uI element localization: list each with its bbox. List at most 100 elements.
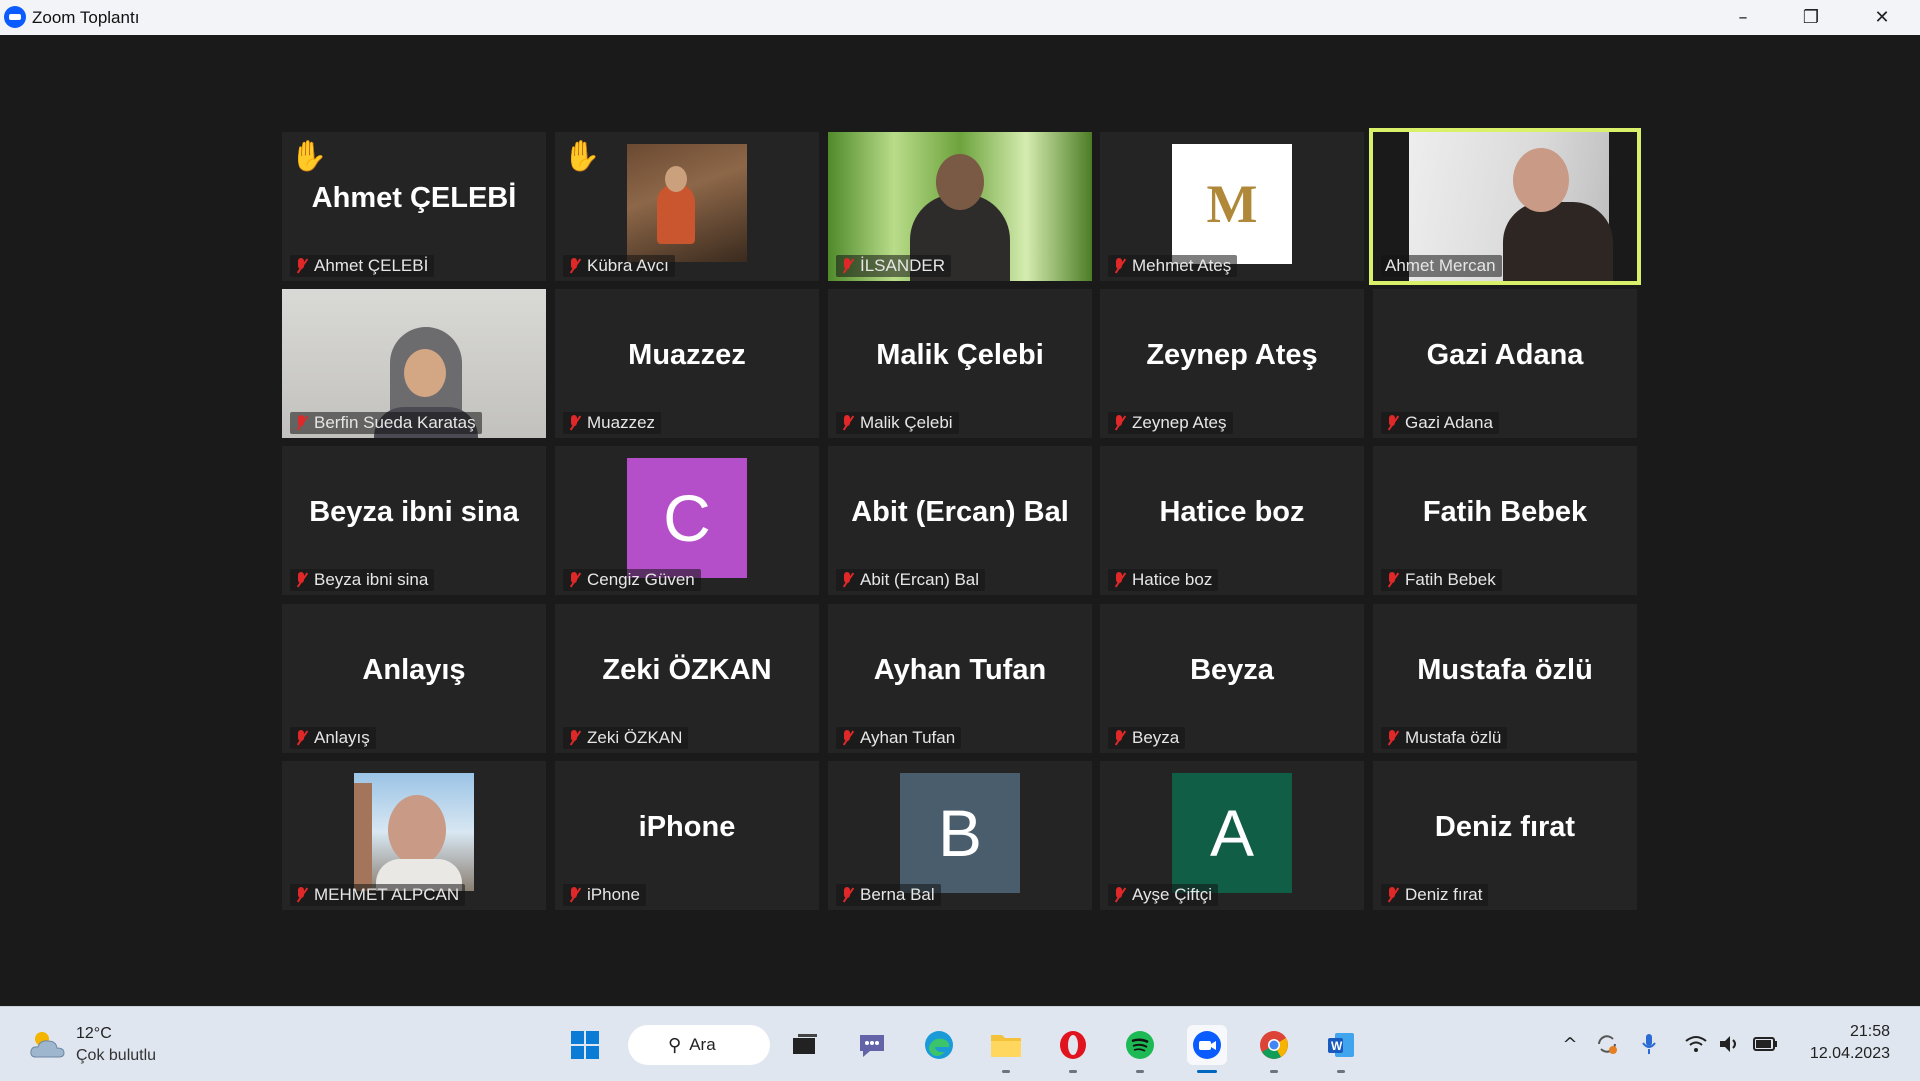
tray-chevron-icon[interactable]: ^ — [1558, 1031, 1582, 1057]
participant-tile[interactable]: Abit (Ercan) Bal Abit (Ercan) Bal — [828, 446, 1092, 595]
participant-name-display: Ayhan Tufan — [873, 654, 1047, 686]
participant-name-label: Malik Çelebi — [836, 412, 959, 434]
participant-avatar: B — [900, 773, 1020, 893]
window-title: Zoom Toplantı — [32, 8, 140, 27]
participant-label-text: Deniz fırat — [1405, 885, 1483, 904]
volume-icon[interactable] — [1716, 1031, 1744, 1057]
participant-name-display: Zeki ÖZKAN — [602, 654, 772, 686]
participant-tile[interactable]: Beyza ibni sina Beyza ibni sina — [282, 446, 546, 595]
task-view-icon[interactable] — [785, 1025, 825, 1065]
participant-name-display: Abit (Ercan) Bal — [851, 496, 1069, 528]
muted-mic-icon — [1385, 414, 1399, 432]
muted-mic-icon — [1112, 729, 1126, 747]
participant-tile[interactable]: Deniz fırat Deniz fırat — [1373, 761, 1637, 910]
muted-mic-icon — [294, 414, 308, 432]
muted-mic-icon — [567, 414, 581, 432]
search-box[interactable]: ⚲ Ara — [628, 1025, 770, 1065]
muted-mic-icon — [1112, 414, 1126, 432]
muted-mic-icon — [840, 729, 854, 747]
wifi-icon[interactable] — [1682, 1031, 1710, 1057]
minimize-button[interactable]: – — [1715, 0, 1771, 35]
windows-start-icon[interactable] — [565, 1025, 605, 1065]
muted-mic-icon — [294, 571, 308, 589]
participant-label-text: MEHMET ALPCAN — [314, 885, 460, 904]
participant-tile[interactable]: Zeynep Ateş Zeynep Ateş — [1100, 289, 1364, 438]
participant-tile[interactable]: Ahmet ÇELEBİ ✋ Ahmet ÇELEBİ — [282, 132, 546, 281]
muted-mic-icon — [1112, 571, 1126, 589]
teams-chat-icon[interactable] — [852, 1025, 892, 1065]
participant-avatar: M — [1172, 144, 1292, 264]
gallery-view: Ahmet ÇELEBİ ✋ Ahmet ÇELEBİ ✋ Kübra Avcı İLSA… — [0, 35, 1920, 1006]
participant-tile[interactable]: Berfin Sueda Karataş — [282, 289, 546, 438]
participant-name-display: Deniz fırat — [1434, 811, 1576, 843]
participant-name-display: iPhone — [638, 811, 736, 843]
participant-label-text: İLSANDER — [860, 256, 946, 275]
participant-name-label: Abit (Ercan) Bal — [836, 569, 986, 591]
search-icon: ⚲ — [668, 1034, 682, 1056]
participant-name-label: Berna Bal — [836, 884, 941, 906]
weather-widget[interactable]: 12°C Çok bulutlu — [28, 1023, 188, 1067]
participant-name-display: Fatih Bebek — [1422, 496, 1588, 528]
participant-label-text: Malik Çelebi — [860, 413, 953, 432]
participant-tile[interactable]: Zeki ÖZKAN Zeki ÖZKAN — [555, 604, 819, 753]
participant-avatar: A — [1172, 773, 1292, 893]
muted-mic-icon — [1112, 257, 1126, 275]
participant-label-text: Berna Bal — [860, 885, 935, 904]
participant-tile[interactable]: Ahmet Mercan — [1369, 128, 1641, 285]
restore-button[interactable]: ❐ — [1783, 0, 1839, 35]
participant-tile[interactable]: Muazzez Muazzez — [555, 289, 819, 438]
participant-tile[interactable]: Hatice boz Hatice boz — [1100, 446, 1364, 595]
participant-label-text: Ayhan Tufan — [860, 728, 956, 747]
participant-name-label: Anlayış — [290, 727, 376, 749]
battery-icon[interactable] — [1752, 1031, 1780, 1057]
participant-label-text: Gazi Adana — [1405, 413, 1493, 432]
participant-name-display: Beyza — [1190, 654, 1274, 686]
muted-mic-icon — [840, 886, 854, 904]
muted-mic-icon — [567, 729, 581, 747]
participant-tile[interactable]: M Mehmet Ateş — [1100, 132, 1364, 281]
participant-label-text: Muazzez — [587, 413, 656, 432]
window-titlebar: Zoom Toplantı – ❐ ✕ — [0, 0, 1920, 36]
chrome-icon[interactable] — [1254, 1025, 1294, 1073]
participant-name-label: Ayşe Çiftçi — [1108, 884, 1218, 906]
participant-tile[interactable]: Anlayış Anlayış — [282, 604, 546, 753]
participant-name-label: Ahmet ÇELEBİ — [290, 255, 435, 277]
system-clock[interactable]: 21:58 12.04.2023 — [1790, 1021, 1890, 1065]
participant-tile[interactable]: Mustafa özlü Mustafa özlü — [1373, 604, 1637, 753]
participant-name-label: Beyza — [1108, 727, 1186, 749]
participant-label-text: Anlayış — [314, 728, 370, 747]
participant-tile[interactable]: A Ayşe Çiftçi — [1100, 761, 1364, 910]
participant-label-text: Zeynep Ateş — [1132, 413, 1227, 432]
participant-label-text: Abit (Ercan) Bal — [860, 570, 980, 589]
participant-name-label: Zeynep Ateş — [1108, 412, 1233, 434]
participant-name-label: İLSANDER — [836, 255, 952, 277]
participant-tile[interactable]: Ayhan Tufan Ayhan Tufan — [828, 604, 1092, 753]
microphone-icon[interactable] — [1636, 1031, 1662, 1057]
spotify-icon[interactable] — [1120, 1025, 1160, 1073]
participant-name-display: Muazzez — [628, 339, 746, 371]
file-explorer-icon[interactable] — [986, 1025, 1026, 1073]
participant-tile[interactable]: MEHMET ALPCAN — [282, 761, 546, 910]
word-icon[interactable]: W — [1321, 1025, 1361, 1073]
muted-mic-icon — [567, 571, 581, 589]
muted-mic-icon — [1385, 729, 1399, 747]
sync-icon[interactable] — [1592, 1031, 1622, 1057]
participant-tile[interactable]: Beyza Beyza — [1100, 604, 1364, 753]
participant-tile[interactable]: Gazi Adana Gazi Adana — [1373, 289, 1637, 438]
close-button[interactable]: ✕ — [1854, 0, 1910, 35]
participant-tile[interactable]: İLSANDER — [828, 132, 1092, 281]
participant-tile[interactable]: iPhone iPhone — [555, 761, 819, 910]
participant-name-display: Gazi Adana — [1426, 339, 1584, 371]
participant-video — [627, 144, 747, 262]
participant-name-label: Berfin Sueda Karataş — [290, 412, 482, 434]
participant-tile[interactable]: B Berna Bal — [828, 761, 1092, 910]
participant-name-label: Beyza ibni sina — [290, 569, 435, 591]
zoom-icon[interactable] — [1187, 1025, 1227, 1073]
participant-tile[interactable]: ✋ Kübra Avcı — [555, 132, 819, 281]
participant-tile[interactable]: Malik Çelebi Malik Çelebi — [828, 289, 1092, 438]
opera-icon[interactable] — [1053, 1025, 1093, 1073]
muted-mic-icon — [840, 571, 854, 589]
participant-tile[interactable]: Fatih Bebek Fatih Bebek — [1373, 446, 1637, 595]
edge-icon[interactable] — [919, 1025, 959, 1065]
participant-tile[interactable]: C Cengiz Güven — [555, 446, 819, 595]
